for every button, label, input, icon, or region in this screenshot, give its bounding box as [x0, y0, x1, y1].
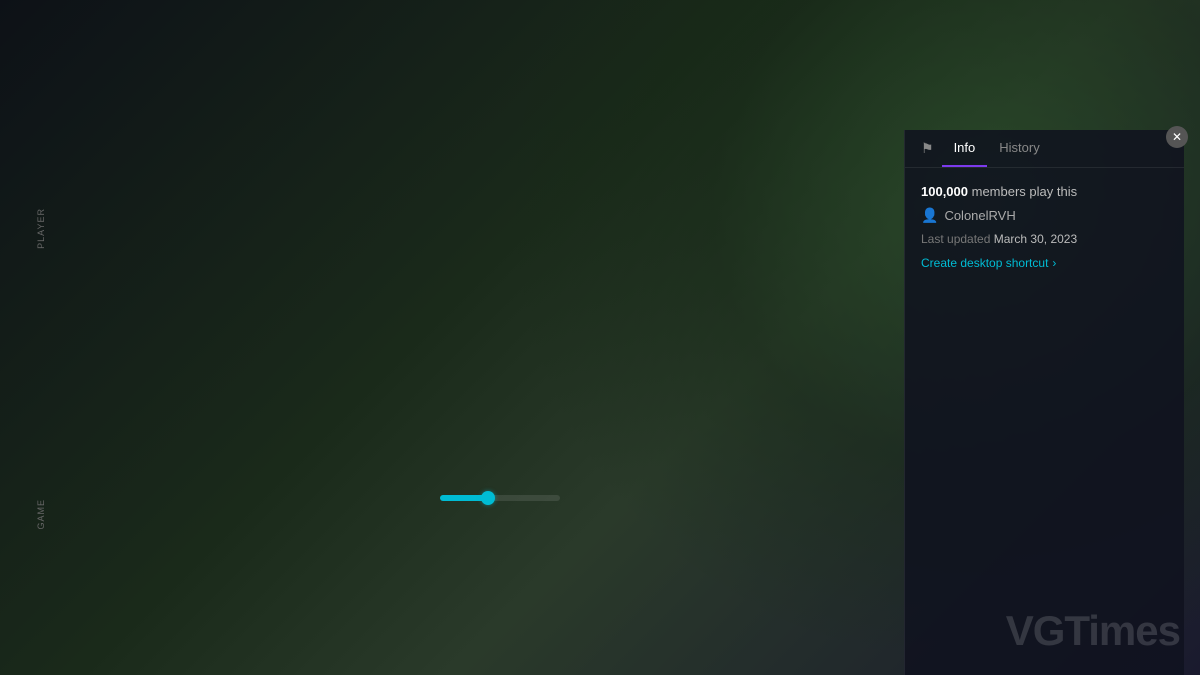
bookmark-icon[interactable]: ⚑: [913, 130, 942, 167]
author-row: 👤 ColonelRVH: [921, 207, 1168, 224]
last-updated-date-value: March 30, 2023: [994, 232, 1077, 246]
info-content: 100,000 members play this 👤 ColonelRVH L…: [905, 168, 1184, 286]
tab-info[interactable]: Info: [942, 130, 988, 167]
tab-history[interactable]: History: [987, 130, 1051, 167]
main-container: W 🔍 Home My games Explore Creators W WeM…: [0, 0, 1200, 675]
sidebar-player-label: Player: [36, 208, 46, 249]
updated-text: Last updated March 30, 2023: [921, 232, 1168, 246]
info-panel: ✕ ⚑ Info History 100,000 members play th…: [904, 130, 1184, 675]
info-tabs: ⚑ Info History: [905, 130, 1184, 168]
author-user-icon: 👤: [921, 207, 938, 224]
create-shortcut-link[interactable]: Create desktop shortcut ›: [921, 256, 1168, 270]
sidebar-game-label: Game: [36, 499, 46, 530]
vgtimes-watermark: VGTimes: [1006, 607, 1180, 655]
shortcut-chevron-icon: ›: [1052, 256, 1056, 270]
members-text: 100,000 members play this: [921, 184, 1168, 199]
members-count: 100,000: [921, 184, 968, 199]
speed-slider-thumb[interactable]: [481, 491, 495, 505]
speed-slider-track[interactable]: [440, 495, 560, 501]
shortcut-label: Create desktop shortcut: [921, 256, 1048, 270]
members-play-label: members play this: [972, 184, 1077, 199]
info-panel-close-button[interactable]: ✕: [1166, 126, 1188, 148]
author-name: ColonelRVH: [944, 208, 1015, 223]
last-updated-label: Last updated: [921, 232, 990, 246]
